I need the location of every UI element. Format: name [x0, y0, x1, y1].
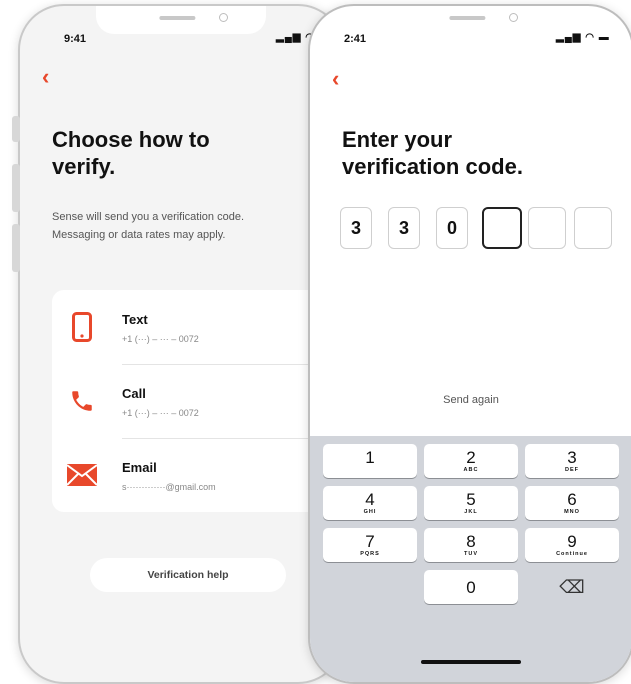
code-digit-box[interactable]: 3 — [340, 207, 372, 249]
left-notch — [96, 6, 266, 34]
backspace-icon[interactable]: ⌫ — [525, 570, 619, 604]
key-digit: 7 — [365, 532, 375, 551]
key-digit: 5 — [466, 490, 476, 509]
call-icon — [68, 384, 96, 418]
key-9[interactable]: 9 Continue — [525, 528, 619, 562]
key-letters: Continue — [556, 551, 588, 557]
key-digit: 3 — [567, 448, 577, 467]
option-detail: s·············@gmail.com — [122, 482, 216, 492]
code-digit-box[interactable] — [574, 207, 612, 249]
key-letters: MNO — [564, 509, 580, 515]
home-indicator — [421, 660, 521, 664]
right-phone-screen: 2:41 ▂▄▆ ◠ ▬ ‹ Enter your verification c… — [308, 4, 631, 684]
page-title-line1: Enter your — [342, 127, 453, 152]
back-chevron-icon[interactable]: ‹ — [332, 66, 339, 92]
verification-help-button[interactable]: Verification help — [90, 558, 286, 592]
key-digit: 1 — [365, 448, 375, 467]
key-letters: GHI — [363, 509, 377, 515]
option-title: Email — [122, 460, 157, 475]
key-0[interactable]: 0 — [424, 570, 518, 604]
key-5[interactable]: 5 JKL — [424, 486, 518, 520]
send-again-link[interactable]: Send again — [310, 394, 631, 406]
mute-switch — [12, 116, 20, 142]
status-time: 9:41 — [64, 33, 87, 45]
key-digit: 8 — [466, 532, 476, 551]
key-letters: ABC — [463, 467, 479, 473]
key-digit: 2 — [466, 448, 476, 467]
right-notch — [386, 6, 556, 34]
page-title-line1: Choose how to — [52, 127, 210, 152]
key-3[interactable]: 3 DEF — [525, 444, 619, 478]
key-letters: DEF — [565, 467, 579, 473]
key-digit: 6 — [567, 490, 577, 509]
description-line2: Messaging or data rates may apply. — [52, 229, 226, 241]
option-detail: +1 (···) – ··· – 0072 — [122, 334, 199, 344]
key-letters: JKL — [464, 509, 478, 515]
page-title-line2: verification code. — [342, 154, 523, 179]
key-digit: 0 — [466, 577, 476, 597]
key-2[interactable]: 2 ABC — [424, 444, 518, 478]
status-icons: ▂▄▆ ◠ ▬ — [556, 32, 610, 43]
option-email[interactable]: Email s·············@gmail.com — [52, 438, 342, 512]
option-call[interactable]: Call +1 (···) – ··· – 0072 — [52, 364, 342, 439]
option-text[interactable]: Text +1 (···) – ··· – 0072 — [52, 290, 342, 365]
option-title: Text — [122, 312, 148, 327]
key-6[interactable]: 6 MNO — [525, 486, 619, 520]
code-digit-box-active[interactable] — [482, 207, 522, 249]
key-7[interactable]: 7 PQRS — [323, 528, 417, 562]
back-chevron-icon[interactable]: ‹ — [42, 64, 49, 90]
status-time: 2:41 — [344, 33, 367, 45]
option-title: Call — [122, 386, 146, 401]
left-phone-screen: 9:41 ▂▄▆ ◠ ‹ Choose how to verify. Sense… — [18, 4, 344, 684]
camera-icon — [219, 13, 228, 22]
code-digit-box[interactable]: 0 — [436, 207, 468, 249]
code-digit-box[interactable] — [528, 207, 566, 249]
numeric-keypad: 1 2 ABC 3 DEF 4 GHI 5 JKL 6 MNO 7 PQRS 8 — [310, 436, 631, 682]
volume-up-button — [12, 164, 20, 212]
email-icon — [66, 458, 98, 492]
speaker — [159, 16, 196, 20]
volume-down-button — [12, 224, 20, 272]
key-letters: PQRS — [360, 551, 380, 557]
key-8[interactable]: 8 TUV — [424, 528, 518, 562]
key-digit: 4 — [365, 490, 375, 509]
key-1[interactable]: 1 — [323, 444, 417, 478]
description-line1: Sense will send you a verification code. — [52, 211, 244, 223]
key-4[interactable]: 4 GHI — [323, 486, 417, 520]
key-digit: 9 — [567, 532, 577, 551]
key-letters: TUV — [464, 551, 478, 557]
page-title-line2: verify. — [52, 154, 116, 179]
phone-icon — [68, 310, 96, 344]
option-detail: +1 (···) – ··· – 0072 — [122, 408, 199, 418]
code-digit-box[interactable]: 3 — [388, 207, 420, 249]
speaker — [449, 16, 486, 20]
camera-icon — [509, 13, 518, 22]
verification-options-card: Text +1 (···) – ··· – 0072 Call +1 (···)… — [52, 290, 342, 512]
